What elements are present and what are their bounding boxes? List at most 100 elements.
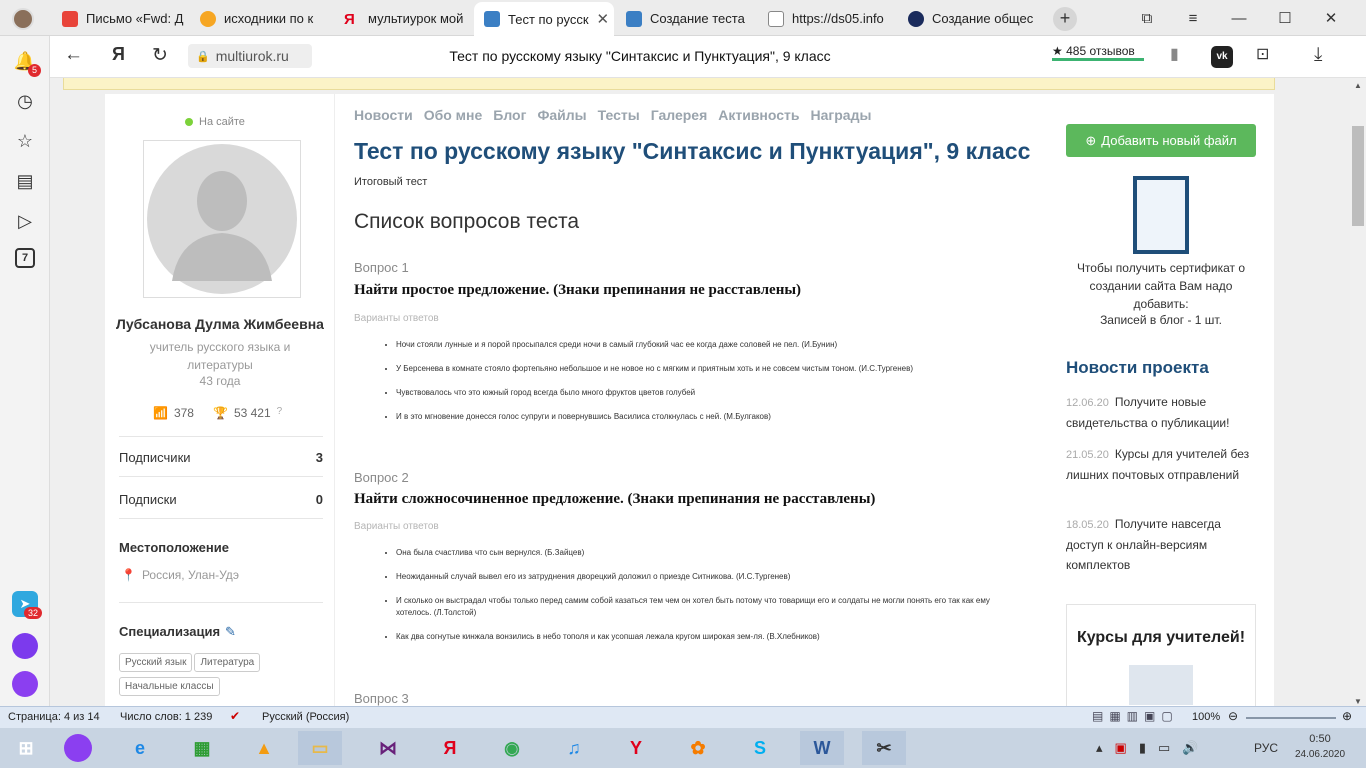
collections-icon[interactable]: ⧉ [1124,0,1170,36]
history-icon[interactable]: ◷ [12,88,38,114]
yandex-home-icon[interactable]: Я [112,44,125,65]
aimp-icon[interactable]: ▲ [242,731,286,765]
translate-icon[interactable]: ⊡ [1256,44,1269,64]
input-language[interactable]: РУС [1254,741,1278,755]
menu-files[interactable]: Файлы [537,107,586,123]
scroll-thumb[interactable] [1352,126,1364,226]
avatar[interactable] [143,140,301,298]
tag-literature[interactable]: Литература [194,653,261,672]
bookmark-icon[interactable]: ▮ [1170,44,1179,64]
new-tab-button[interactable]: + [1053,7,1077,31]
download-icon[interactable]: ⤓ [1314,44,1322,66]
tab-gmail[interactable]: Письмо «Fwd: Д [52,3,188,34]
calendar-icon[interactable]: 7 [15,248,35,268]
menu-icon[interactable]: ≡ [1170,0,1216,36]
menu-about[interactable]: Обо мне [424,107,483,123]
tab-create-test[interactable]: Создание теста [616,3,754,34]
reload-button[interactable]: ↻ [152,44,168,67]
tag-primary[interactable]: Начальные классы [119,677,220,696]
word-icon[interactable]: W [800,731,844,765]
answer-option[interactable]: И в это мгновение донесся голос супруги … [396,411,1026,423]
clock-date[interactable]: 24.06.2020 [1292,749,1348,760]
page-scrollbar[interactable]: ▲ ▼ [1350,78,1366,706]
news-item[interactable]: 12.06.20 Получите новые свидетельства о п… [1066,392,1256,433]
back-button[interactable]: ← [64,44,83,66]
explorer-icon[interactable]: ▭ [298,731,342,765]
tab-ds05[interactable]: https://ds05.info [758,3,894,34]
tab-hse[interactable]: Создание общес [898,3,1038,34]
ok-icon[interactable]: ✿ [676,731,720,765]
vs-icon[interactable]: ⋈ [366,731,410,765]
video-icon[interactable]: ▷ [12,208,38,234]
subscriptions-row[interactable]: Подписки 0 [119,492,323,507]
tab-yandex-search[interactable]: Я мультиурок мой [334,3,470,34]
yandex-browser-icon[interactable]: Y [614,731,658,765]
answer-option[interactable]: И сколько он выстрадал чтобы только пере… [396,595,1018,619]
zoom-in-icon[interactable]: ⊕ [1342,709,1352,723]
certificate-image[interactable] [1133,176,1189,254]
tag-russian[interactable]: Русский язык [119,653,193,672]
bookmarks-icon[interactable]: ☆ [12,128,38,154]
snipping-icon[interactable]: ✂ [862,731,906,765]
tray-up-icon[interactable]: ▴ [1096,740,1103,756]
menu-gallery[interactable]: Галерея [651,107,708,123]
tab-cloud[interactable]: исходники по к [190,3,326,34]
profile-avatar[interactable] [12,8,34,30]
edit-icon[interactable]: ✎ [225,624,236,640]
menu-activity[interactable]: Активность [718,107,799,123]
close-icon[interactable]: ✕ [597,10,610,28]
profile-name[interactable]: Лубсанова Дулма Жимбеевна [105,316,335,332]
hse-icon [908,10,924,27]
scroll-down-icon[interactable]: ▼ [1350,697,1366,706]
tray-app-icon[interactable]: ▣ [1115,740,1127,756]
page-counter[interactable]: Страница: 4 из 14 [8,711,100,723]
zoom-slider[interactable] [1246,717,1336,719]
news-item[interactable]: 21.05.20 Курсы для учителей без лишних по… [1066,444,1256,485]
windows-start-icon[interactable]: ⊞ [4,731,48,765]
network-icon[interactable]: ▮ [1139,740,1146,756]
skype-icon[interactable]: S [738,731,782,765]
answer-option[interactable]: У Берсенева в комнате стояло фортепьяно … [396,363,1026,375]
browser-sidebar: 🔔 5 ◷ ☆ ▤ ▷ 7 ➤ 32 [0,36,50,706]
help-icon[interactable]: ? [277,406,283,420]
itunes-icon[interactable]: ♫ [552,731,596,765]
url-field[interactable]: 🔒 multiurok.ru [188,44,312,68]
yandex-app-icon[interactable]: Я [428,731,472,765]
alice-voice-icon[interactable] [12,671,38,697]
store-icon[interactable]: ▦ [180,731,224,765]
chrome-icon[interactable]: ◉ [490,731,534,765]
answer-option[interactable]: Она была счастлива что сын вернулся. (Б.… [396,547,1018,559]
view-buttons[interactable]: ▤▦▥▣▢ [1092,709,1179,723]
menu-blog[interactable]: Блог [493,107,526,123]
collections-icon[interactable]: ▤ [12,168,38,194]
subscribers-row[interactable]: Подписчики 3 [119,450,323,465]
close-window-button[interactable]: ✕ [1308,0,1354,36]
zoom-out-icon[interactable]: ⊖ [1228,709,1238,723]
volume-icon[interactable]: 🔊 [1182,740,1198,756]
reviews-widget[interactable]: ★ 485 отзывов [1052,44,1144,61]
menu-news[interactable]: Новости [354,107,413,123]
ie-icon[interactable]: e [118,731,162,765]
answer-option[interactable]: Чувствовалось что это южный город всегда… [396,387,1026,399]
vk-icon[interactable]: vk [1211,46,1233,68]
spellcheck-icon[interactable]: ✔ [230,709,240,723]
add-file-button[interactable]: ⊕ Добавить новый файл [1066,124,1256,157]
news-item[interactable]: 18.05.20 Получите навсегда доступ к онлай… [1066,514,1256,575]
menu-awards[interactable]: Награды [811,107,872,123]
zoom-level[interactable]: 100% [1192,711,1220,723]
language-indicator[interactable]: Русский (Россия) [262,711,349,723]
menu-tests[interactable]: Тесты [598,107,640,123]
scroll-up-icon[interactable]: ▲ [1350,78,1366,94]
maximize-button[interactable]: ☐ [1262,0,1308,36]
courses-box[interactable]: Курсы для учителей! [1066,604,1256,706]
answer-option[interactable]: Как два согнутые кинжала вонзились в неб… [396,631,1018,643]
alice-taskbar-icon[interactable] [56,731,100,765]
answer-option[interactable]: Ночи стояли лунные и я порой просыпался … [396,339,1026,351]
minimize-button[interactable]: — [1216,0,1262,36]
battery-icon[interactable]: ▭ [1158,740,1170,756]
alice-icon[interactable] [12,633,38,659]
tab-current[interactable]: Тест по русск ✕ [474,2,614,36]
word-counter[interactable]: Число слов: 1 239 [120,711,212,723]
clock-time[interactable]: 0:50 [1292,733,1348,745]
answer-option[interactable]: Неожиданный случай вывел его из затрудне… [396,571,1018,583]
